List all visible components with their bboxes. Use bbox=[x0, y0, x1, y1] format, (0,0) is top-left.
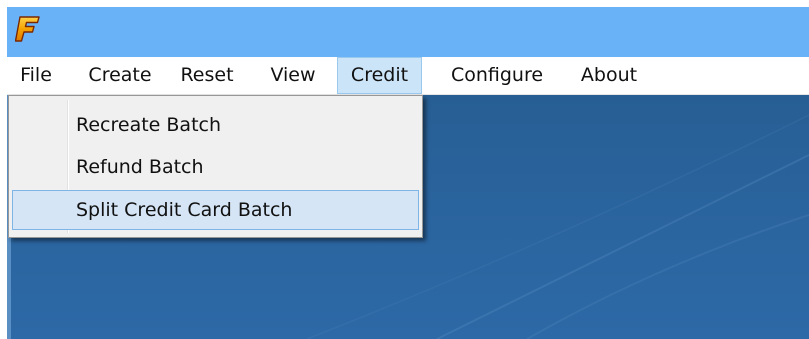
menu-item-label: Split Credit Card Batch bbox=[76, 199, 293, 221]
menu-item-label: Recreate Batch bbox=[76, 114, 222, 136]
menu-credit[interactable]: Credit bbox=[337, 57, 422, 94]
menu-file[interactable]: File bbox=[7, 57, 65, 94]
menu-item-label: Refund Batch bbox=[76, 156, 204, 178]
application-window: File Create Reset View Credit Configure … bbox=[0, 0, 809, 339]
menu-item-recreate-batch[interactable]: Recreate Batch bbox=[12, 105, 419, 145]
menu-configure[interactable]: Configure bbox=[431, 57, 563, 94]
app-logo-icon bbox=[15, 16, 40, 42]
title-bar bbox=[7, 7, 809, 57]
menu-create[interactable]: Create bbox=[77, 57, 163, 94]
menu-reset[interactable]: Reset bbox=[171, 57, 243, 94]
menu-about[interactable]: About bbox=[567, 57, 651, 94]
menu-item-split-credit-card-batch[interactable]: Split Credit Card Batch bbox=[12, 190, 419, 230]
menu-bar: File Create Reset View Credit Configure … bbox=[7, 57, 809, 95]
menu-item-refund-batch[interactable]: Refund Batch bbox=[12, 147, 419, 187]
credit-dropdown-menu: Recreate Batch Refund Batch Split Credit… bbox=[8, 95, 423, 238]
menu-view[interactable]: View bbox=[255, 57, 331, 94]
